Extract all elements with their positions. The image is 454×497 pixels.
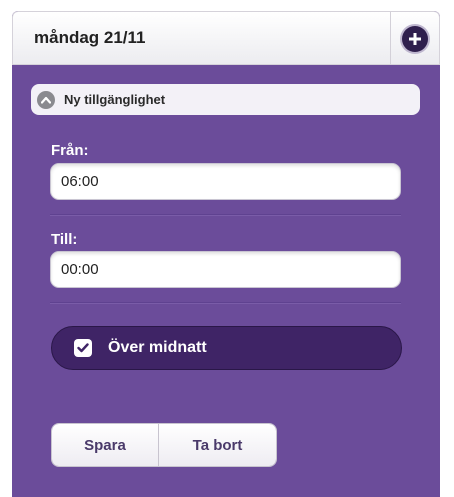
divider [50, 214, 401, 215]
overnight-label: Över midnatt [108, 339, 207, 356]
action-buttons: Spara Ta bort [51, 423, 277, 467]
new-availability-title: Ny tillgänglighet [64, 92, 166, 107]
save-button[interactable]: Spara [52, 424, 158, 466]
chevron-up-icon [37, 90, 55, 109]
day-header: måndag 21/11 [12, 11, 440, 65]
to-time-input[interactable]: 00:00 [50, 251, 401, 288]
delete-button[interactable]: Ta bort [158, 424, 276, 466]
divider [50, 302, 401, 303]
availability-panel: måndag 21/11 Ny tillgänglighet Från: 06:… [12, 11, 440, 497]
new-availability-toggle[interactable]: Ny tillgänglighet [31, 84, 420, 115]
checkmark-icon [74, 339, 92, 357]
add-availability-button[interactable] [390, 12, 439, 65]
overnight-checkbox[interactable]: Över midnatt [51, 326, 402, 370]
from-time-input[interactable]: 06:00 [50, 163, 401, 200]
to-label: Till: [51, 231, 78, 248]
plus-circle-icon[interactable] [402, 25, 428, 52]
from-label: Från: [51, 142, 89, 159]
day-title: måndag 21/11 [34, 28, 146, 47]
